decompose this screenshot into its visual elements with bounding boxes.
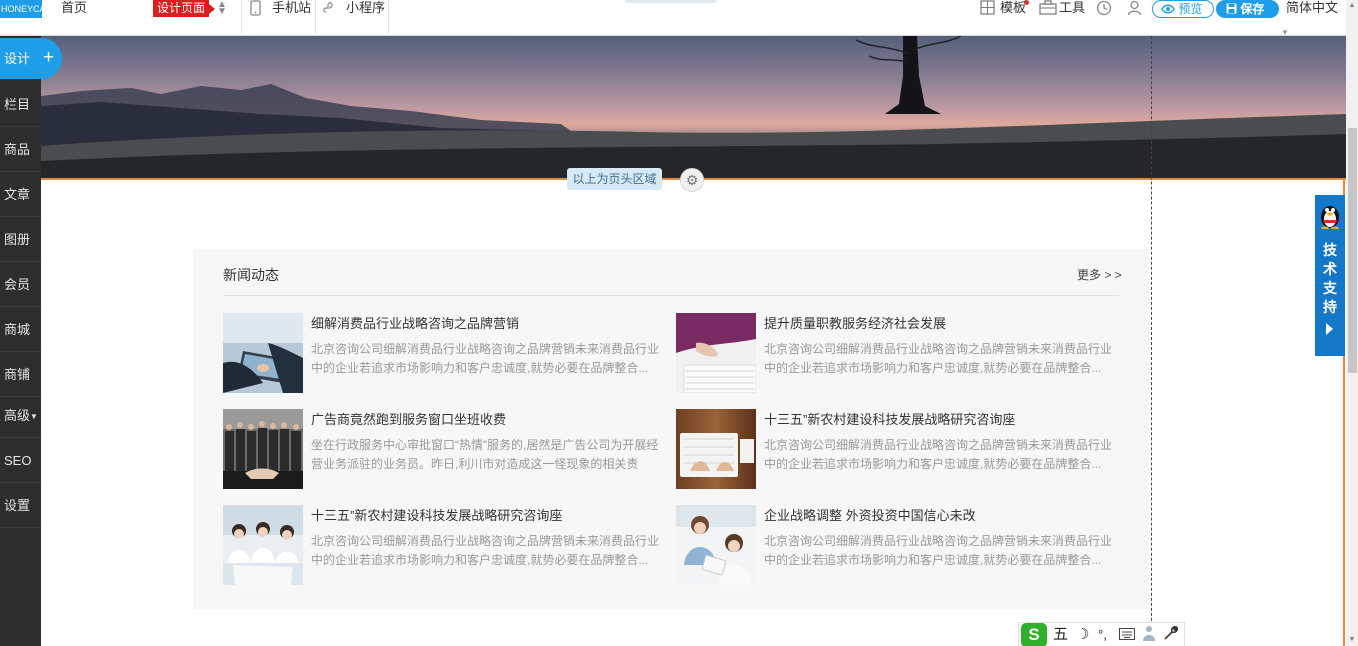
news-item-summary: 北京咨询公司细解消费品行业战略咨询之品牌营销未来消费品行业中的企业若追求市场影响… [764, 342, 1113, 375]
news-item-summary: 北京咨询公司细解消费品行业战略咨询之品牌营销未来消费品行业中的企业若追求市场影响… [311, 342, 660, 375]
home-link[interactable]: 首页 [61, 0, 87, 18]
news-item-summary: 北京咨询公司细解消费品行业战略咨询之品牌营销未来消费品行业中的企业若追求市场影响… [764, 438, 1113, 471]
sidebar-item-design[interactable]: 设计 + [0, 38, 62, 79]
sidebar-item-settings[interactable]: 设置 [0, 483, 41, 528]
tech-support-text: 技术支持 [1315, 241, 1345, 317]
divider [315, 0, 316, 34]
sidebar-item-articles[interactable]: 文章 [0, 172, 41, 217]
layout-guide-line [1151, 36, 1152, 646]
news-divider [223, 295, 1119, 296]
tech-support-char: 支 [1323, 280, 1337, 296]
news-item[interactable]: 提升质量职教服务经济社会发展 北京咨询公司细解消费品行业战略咨询之品牌营销未来消… [676, 313, 1118, 393]
news-item-title[interactable]: 细解消费品行业战略咨询之品牌营销 [311, 316, 665, 332]
preview-button[interactable]: 预览 [1152, 0, 1214, 18]
mobile-site-link[interactable]: 手机站 [272, 0, 311, 18]
news-item-title[interactable]: 十三五”新农村建设科技发展战略研究咨询座 [311, 508, 665, 524]
sidebar-item-columns[interactable]: 栏目 [0, 82, 41, 127]
news-thumbnail[interactable] [676, 505, 756, 585]
tech-support-label: 技术支持 [1315, 241, 1345, 317]
keyboard-icon[interactable] [1119, 623, 1135, 646]
arrow-right-icon [1326, 323, 1333, 335]
news-item-summary: 坐在行政服务中心审批窗口“热情”服务的,居然是广告公司为开展经营业务派驻的业务员… [311, 438, 659, 471]
news-thumbnail[interactable] [223, 313, 303, 393]
news-item-title[interactable]: 企业战略调整 外资投资中国信心未改 [764, 508, 1118, 524]
sidebar-item-products[interactable]: 商品 [0, 127, 41, 172]
tech-support-char: 术 [1323, 261, 1337, 277]
sidebar-item-seo[interactable]: SEO [0, 438, 41, 483]
left-sidebar: 栏目 商品 文章 图册 会员 商城 商铺 高级▼ SEO 设置 [0, 36, 41, 646]
tech-support-char: 持 [1323, 299, 1337, 315]
news-item-summary: 北京咨询公司细解消费品行业战略咨询之品牌营销未来消费品行业中的企业若追求市场影响… [311, 534, 660, 567]
user-icon[interactable] [1127, 0, 1142, 21]
sidebar-item-label: 设计 [4, 51, 31, 66]
news-item[interactable]: 十三五”新农村建设科技发展战略研究咨询座 北京咨询公司细解消费品行业战略咨询之品… [223, 505, 665, 585]
wrench-icon[interactable] [1163, 623, 1179, 646]
news-item-title[interactable]: 提升质量职教服务经济社会发展 [764, 316, 1118, 332]
eye-icon [1161, 2, 1175, 16]
collapse-tab[interactable] [625, 0, 717, 3]
save-button[interactable]: 保存 [1216, 0, 1279, 18]
news-thumbnail[interactable] [223, 409, 303, 489]
design-page-badge[interactable]: 设计页面 [153, 0, 216, 17]
template-icon [980, 0, 995, 20]
save-label: 保存 [1240, 2, 1265, 16]
caret-down-icon: ▼ [30, 412, 38, 421]
tech-support-char: 技 [1323, 242, 1337, 258]
gear-icon[interactable]: ⚙ [680, 168, 704, 192]
news-module: 新闻动态 更多 > > 细解消费品行业战略咨询之品牌营销 北京咨询公司细解消费品… [193, 249, 1149, 609]
sidebar-item-shops[interactable]: 商铺 [0, 352, 41, 397]
scrollbar-thumb[interactable] [1348, 128, 1357, 373]
preview-label: 预览 [1178, 2, 1203, 16]
news-thumbnail[interactable] [223, 505, 303, 585]
tech-support-widget[interactable]: 技术支持 [1315, 195, 1345, 356]
template-button[interactable]: 模板 [1000, 0, 1026, 18]
news-item[interactable]: 企业战略调整 外资投资中国信心未改 北京咨询公司细解消费品行业战略咨询之品牌营销… [676, 505, 1118, 585]
news-thumbnail[interactable] [676, 409, 756, 489]
mobile-icon [250, 0, 261, 21]
sidebar-item-members[interactable]: 会员 [0, 262, 41, 307]
divider [241, 0, 242, 34]
news-item-title[interactable]: 十三五”新农村建设科技发展战略研究咨询座 [764, 412, 1118, 428]
news-item-summary: 北京咨询公司细解消费品行业战略咨询之品牌营销未来消费品行业中的企业若追求市场影响… [764, 534, 1113, 567]
ime-toolbar: S 五 ☽ °, [1018, 622, 1185, 646]
mini-program-link[interactable]: 小程序 [346, 0, 385, 18]
news-title: 新闻动态 [223, 267, 279, 283]
news-item[interactable]: 广告商竟然跑到服务窗口坐班收费 坐在行政服务中心审批窗口“热情”服务的,居然是广… [223, 409, 665, 489]
scroll-down-icon[interactable]: ▼ [1346, 634, 1358, 646]
top-toolbar: HONEYCAM 首页 设计页面 ▲▼ 手机站 小程序 模板 工具 [0, 0, 1346, 37]
more-link[interactable]: 更多 > > [1077, 266, 1122, 284]
person-icon[interactable] [1143, 623, 1155, 646]
history-clock-icon[interactable] [1096, 0, 1112, 21]
language-select[interactable]: 简体中文 [1286, 0, 1338, 18]
sidebar-item-label: 高级 [4, 408, 31, 423]
sidebar-item-albums[interactable]: 图册 [0, 217, 41, 262]
news-item[interactable]: 十三五”新农村建设科技发展战略研究咨询座 北京咨询公司细解消费品行业战略咨询之品… [676, 409, 1118, 489]
news-thumbnail[interactable] [676, 313, 756, 393]
page-switch-icon[interactable]: ▲ ▼ [217, 0, 227, 17]
moon-icon[interactable]: ☽ [1076, 623, 1089, 646]
mini-program-icon [322, 0, 337, 21]
sidebar-item-mall[interactable]: 商城 [0, 307, 41, 352]
site-editor: HONEYCAM 首页 设计页面 ▲▼ 手机站 小程序 模板 工具 [0, 0, 1358, 646]
ime-mode-button[interactable]: 五 [1053, 623, 1068, 646]
scroll-up-icon[interactable]: ▲ [1346, 0, 1358, 12]
sidebar-item-advanced[interactable]: 高级▼ [0, 393, 41, 438]
sogou-logo-icon[interactable]: S [1021, 623, 1047, 646]
header-area-tip: 以上为页头区域 [567, 168, 662, 190]
plus-icon[interactable]: + [43, 38, 54, 78]
logo-chip: HONEYCAM [0, 0, 42, 18]
qq-penguin-icon [1321, 206, 1339, 229]
news-item-title[interactable]: 广告商竟然跑到服务窗口坐班收费 [311, 412, 665, 428]
news-item[interactable]: 细解消费品行业战略咨询之品牌营销 北京咨询公司细解消费品行业战略咨询之品牌营销未… [223, 313, 665, 393]
tools-button[interactable]: 工具 [1059, 0, 1085, 18]
divider [388, 0, 389, 34]
toolbox-icon [1039, 0, 1057, 20]
chevron-down-icon: ▼ [1281, 28, 1289, 37]
floppy-icon [1226, 2, 1237, 16]
punctuation-icon[interactable]: °, [1098, 623, 1107, 646]
